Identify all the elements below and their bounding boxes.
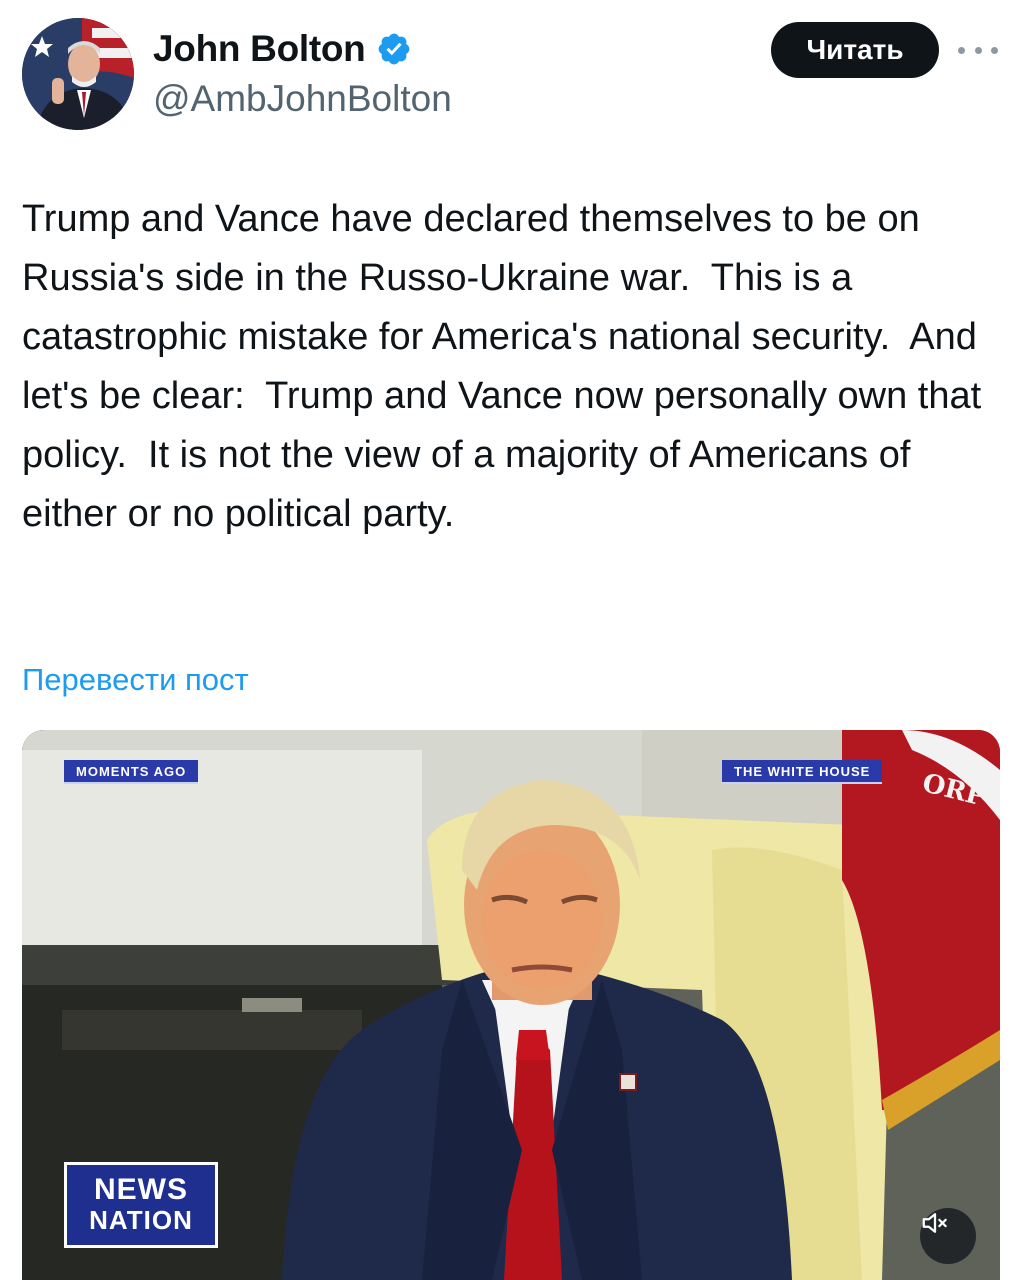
mute-button[interactable] <box>920 1208 976 1264</box>
author-handle[interactable]: @AmbJohnBolton <box>153 78 452 120</box>
author-name-row: John Bolton <box>153 28 412 70</box>
chyron-left: MOMENTS AGO <box>64 760 199 784</box>
follow-button[interactable]: Читать <box>771 22 939 78</box>
tweet-header: John Bolton @AmbJohnBolton Читать <box>0 0 1022 150</box>
newsnation-logo: NEWS NATION <box>64 1162 218 1248</box>
logo-line1: NEWS <box>94 1173 188 1206</box>
more-options-icon[interactable] <box>958 36 998 64</box>
author-name[interactable]: John Bolton <box>153 28 366 70</box>
logo-line2: NATION <box>89 1205 193 1235</box>
tweet-text: Trump and Vance have declared themselves… <box>22 198 992 535</box>
more-dot <box>991 46 998 54</box>
volume-muted-icon <box>922 1213 947 1233</box>
avatar-photo <box>22 18 134 130</box>
video-player[interactable]: ORP MOMENTS AGO THE WHITE HOUSE NEWS NAT… <box>22 730 1000 1280</box>
chyron-right: THE WHITE HOUSE <box>722 760 883 784</box>
verified-badge-icon <box>378 33 409 65</box>
more-dot <box>958 46 965 54</box>
more-dot <box>974 46 982 54</box>
author-avatar[interactable] <box>22 18 134 130</box>
translate-post-link[interactable]: Перевести пост <box>22 662 249 698</box>
